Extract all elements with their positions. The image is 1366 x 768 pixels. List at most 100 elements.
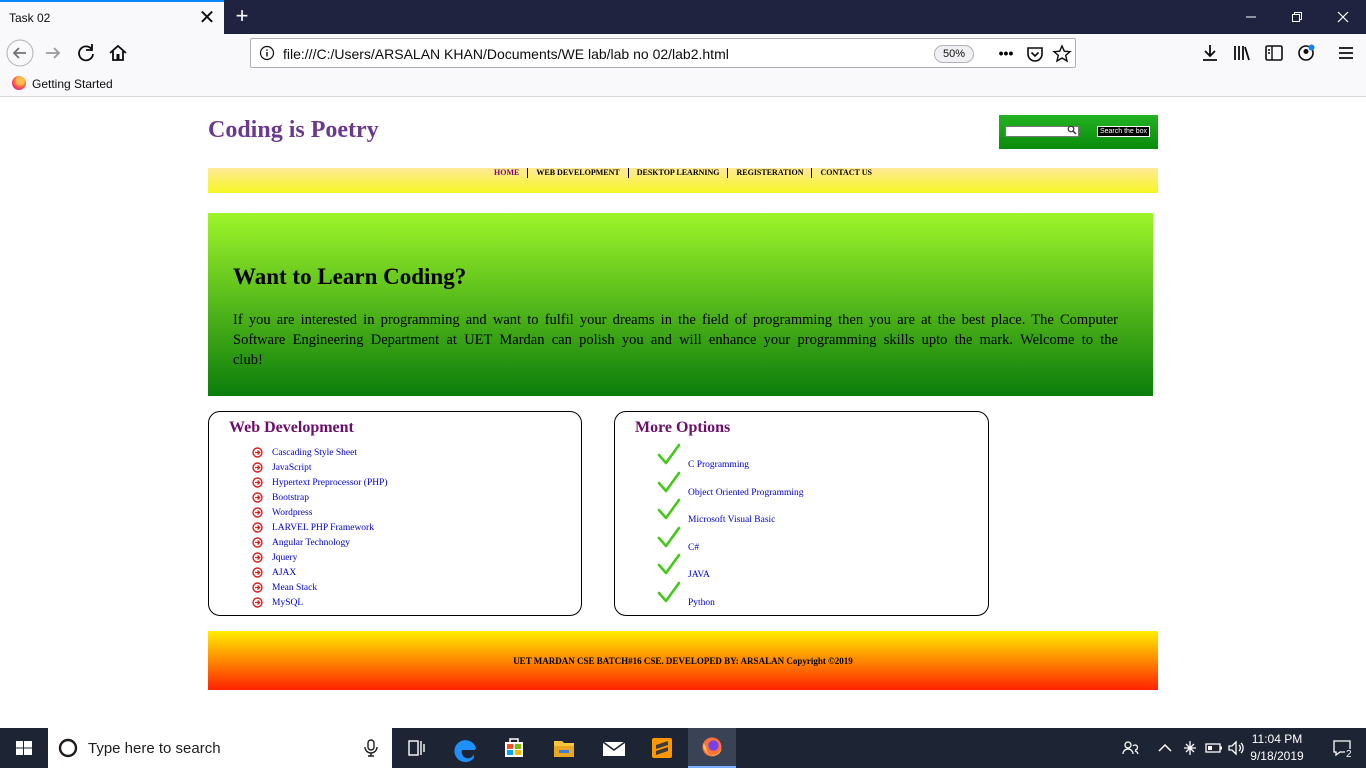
web-development-item-label: Jquery	[272, 553, 298, 563]
search-icon	[1067, 125, 1077, 135]
close-window-button[interactable]	[1320, 6, 1366, 28]
system-clock[interactable]: 11:04 PM 9/18/2019	[1244, 731, 1310, 765]
checkmark-icon	[657, 471, 681, 492]
circle-bullet-icon	[252, 477, 263, 488]
site-title: Coding is Poetry	[208, 117, 379, 143]
web-development-item-label: Hypertext Preprocessor (PHP)	[272, 478, 388, 488]
web-development-item-label: LARVEL PHP Framework	[272, 523, 374, 533]
battery-icon[interactable]	[1204, 738, 1224, 758]
web-development-item-label: Mean Stack	[272, 583, 318, 593]
minimize-button[interactable]	[1228, 6, 1274, 28]
circle-bullet-icon	[252, 552, 263, 563]
circle-bullet-icon	[252, 537, 263, 548]
close-tab-icon[interactable]: ✕	[197, 6, 217, 30]
restore-icon	[1292, 12, 1302, 22]
hamburger-menu-icon[interactable]	[1334, 42, 1358, 64]
menu-item-contact-us[interactable]: CONTACT US	[812, 168, 880, 178]
close-icon	[1337, 11, 1349, 23]
tab-strip: Task 02 ✕ +	[0, 0, 1366, 34]
web-development-item-label: JavaScript	[272, 463, 312, 473]
web-development-item[interactable]: AJAX	[252, 566, 388, 581]
web-page: Coding is Poetry Search the box HOME WEB …	[0, 97, 1366, 728]
page-footer: UET MARDAN CSE BATCH#16 CSE. DEVELOPED B…	[208, 631, 1158, 690]
forward-icon[interactable]	[40, 39, 68, 67]
web-development-list: Cascading Style Sheet JavaScript Hypertext…	[252, 446, 388, 611]
restore-button[interactable]	[1274, 6, 1320, 28]
file-explorer-icon[interactable]	[540, 728, 588, 768]
more-options-item-label: Object Oriented Programming	[688, 487, 804, 498]
web-development-item-label: Cascading Style Sheet	[272, 448, 357, 458]
firefox-icon	[12, 76, 26, 90]
edge-icon[interactable]	[442, 728, 490, 768]
browser-tab[interactable]: Task 02 ✕	[0, 0, 224, 34]
home-icon[interactable]	[104, 39, 132, 67]
web-development-item[interactable]: LARVEL PHP Framework	[252, 521, 388, 536]
tab-title: Task 02	[9, 11, 51, 25]
circle-bullet-icon	[252, 582, 263, 593]
menu-item-desktop-learning[interactable]: DESKTOP LEARNING	[629, 168, 729, 178]
sublime-text-icon[interactable]	[638, 728, 686, 768]
more-options-box: More Options C Programming Object Oriente…	[614, 411, 989, 616]
web-development-item[interactable]: Cascading Style Sheet	[252, 446, 388, 461]
firefox-taskbar-icon[interactable]	[688, 728, 736, 768]
checkmark-icon	[657, 581, 681, 602]
web-development-item-label: Wordpress	[272, 508, 313, 518]
circle-bullet-icon	[252, 522, 263, 533]
info-icon[interactable]	[259, 45, 275, 61]
bookmark-getting-started[interactable]: Getting Started	[12, 76, 113, 94]
page-actions-menu[interactable]: •••	[995, 43, 1017, 65]
microphone-icon[interactable]	[362, 738, 380, 758]
checkmark-icon	[657, 443, 681, 465]
taskbar-search-box[interactable]: Type here to search	[48, 728, 392, 768]
more-options-item-label: Python	[688, 597, 715, 608]
menu-item-web-development[interactable]: WEB DEVELOPMENT	[528, 168, 629, 178]
store-icon[interactable]	[490, 728, 538, 768]
more-options-title: More Options	[635, 419, 731, 436]
new-tab-button[interactable]: +	[230, 3, 254, 29]
web-development-item[interactable]: Wordpress	[252, 506, 388, 521]
main-menu: HOME WEB DEVELOPMENT DESKTOP LEARNING REGIS…	[208, 168, 1158, 193]
web-development-item[interactable]: Angular Technology	[252, 536, 388, 551]
back-icon[interactable]	[6, 39, 34, 67]
hero-text: If you are interested in programming and…	[233, 312, 1118, 368]
downloads-icon[interactable]	[1198, 42, 1222, 64]
people-icon[interactable]	[1120, 738, 1140, 758]
web-development-item[interactable]: Mean Stack	[252, 581, 388, 596]
sidebar-icon[interactable]	[1262, 42, 1286, 64]
search-button[interactable]: Search the box	[1097, 126, 1150, 137]
circle-bullet-icon	[252, 507, 263, 518]
start-button[interactable]	[0, 728, 48, 768]
web-development-item[interactable]: MySQL	[252, 596, 388, 611]
menu-item-home[interactable]: HOME	[486, 168, 529, 178]
reload-icon[interactable]	[72, 39, 100, 67]
menu-item-registeration[interactable]: REGISTERATION	[728, 168, 813, 178]
web-development-item[interactable]: JavaScript	[252, 461, 388, 476]
task-view-icon[interactable]	[392, 728, 440, 768]
web-development-item[interactable]: Hypertext Preprocessor (PHP)	[252, 476, 388, 491]
url-bar[interactable]: file:///C:/Users/ARSALAN KHAN/Documents/…	[250, 38, 1076, 68]
library-icon[interactable]	[1230, 42, 1254, 64]
pocket-icon[interactable]	[1024, 43, 1046, 65]
windows-taskbar: Type here to search 11:04 PM 9/18/2019 2	[0, 728, 1366, 768]
web-development-item[interactable]: Jquery	[252, 551, 388, 566]
circle-bullet-icon	[252, 462, 263, 473]
notification-count: 2	[1345, 749, 1353, 760]
zoom-level[interactable]: 50%	[934, 45, 974, 63]
mail-icon[interactable]	[590, 728, 638, 768]
hero-banner: Want to Learn Coding? If you are interes…	[208, 213, 1153, 396]
taskbar-search-placeholder: Type here to search	[88, 740, 221, 757]
bookmark-star-icon[interactable]	[1051, 43, 1073, 65]
account-icon[interactable]	[1294, 42, 1318, 64]
web-development-item[interactable]: Bootstrap	[252, 491, 388, 506]
circle-bullet-icon	[252, 492, 263, 503]
circle-bullet-icon	[252, 597, 263, 608]
action-center-button[interactable]: 2	[1318, 728, 1366, 768]
url-text[interactable]: file:///C:/Users/ARSALAN KHAN/Documents/…	[283, 46, 729, 62]
clock-time: 11:04 PM	[1251, 732, 1303, 746]
web-development-item-label: MySQL	[272, 598, 304, 608]
bookmark-label: Getting Started	[32, 77, 113, 91]
network-icon[interactable]	[1180, 738, 1200, 758]
web-development-title: Web Development	[229, 419, 354, 436]
volume-icon[interactable]	[1226, 738, 1246, 758]
chevron-up-icon[interactable]	[1155, 738, 1175, 758]
